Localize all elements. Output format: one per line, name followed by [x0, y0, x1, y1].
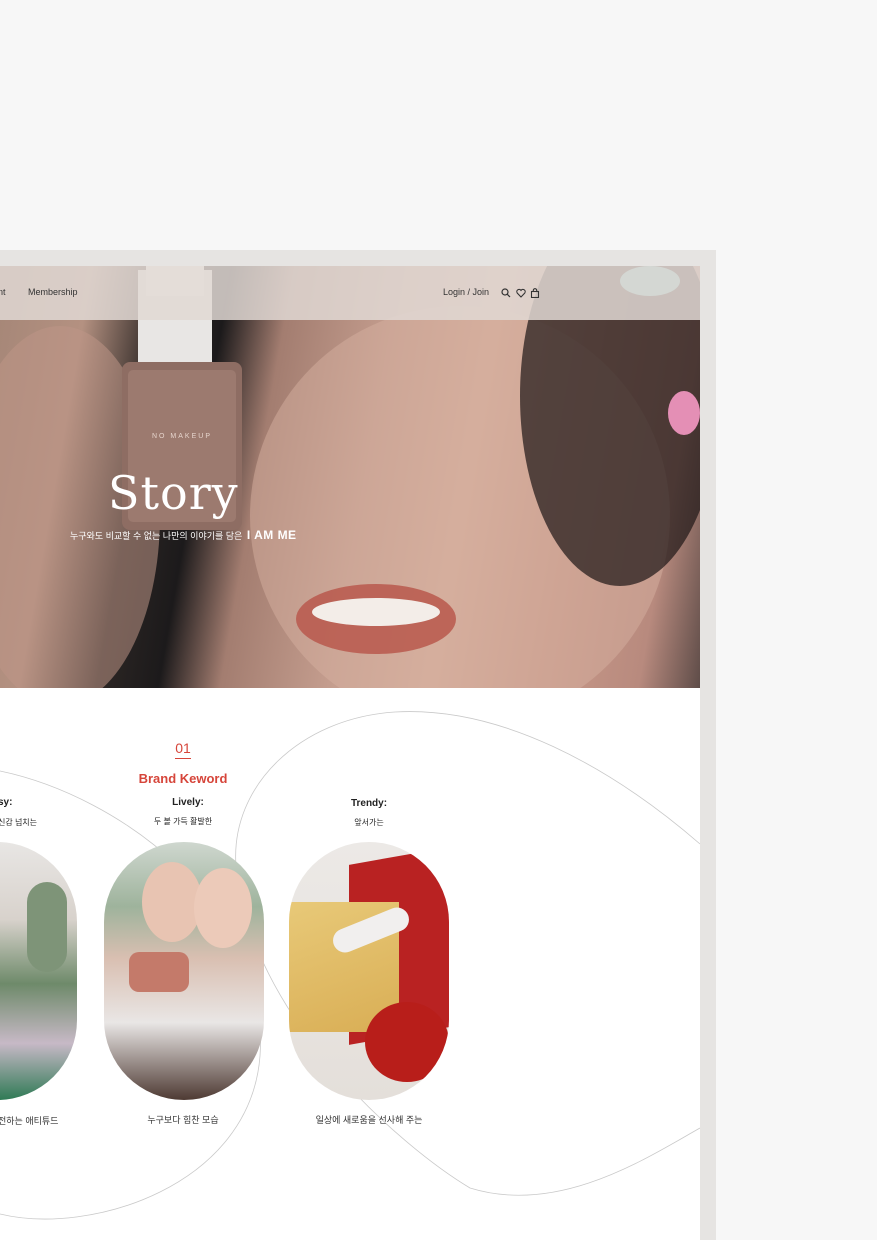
- keyword-2-image-products: [129, 952, 189, 992]
- keyword-2-desc: 두 볼 가득 활발한: [153, 817, 213, 826]
- keyword-2-caption: 누구보다 힘찬 모습: [147, 1115, 219, 1125]
- keyword-1-image-boot: [27, 882, 67, 972]
- keyword-2-image-face-a: [142, 862, 202, 942]
- keyword-3-caption: 일상에 새로움을 선사해 주는: [315, 1115, 423, 1125]
- keyword-2-word: Lively:: [172, 797, 204, 808]
- keyword-1-desc: 신감 넘치는: [0, 818, 38, 827]
- keyword-3-desc: 앞서가는: [354, 818, 384, 827]
- web-page: NO MAKEUP nt Membership Login / Join Sto…: [0, 266, 700, 1240]
- keyword-1-image: [0, 842, 77, 1100]
- section-number-underline: [175, 758, 191, 759]
- keyword-3-word: Trendy:: [350, 798, 388, 809]
- section-number: 01: [175, 740, 191, 756]
- keyword-1-word: sy:: [0, 797, 13, 808]
- keyword-1-caption: 전하는 애티튜드: [0, 1116, 59, 1126]
- keyword-2-image-face-b: [194, 868, 252, 948]
- keyword-3-image: [289, 842, 449, 1100]
- keyword-3-image-tomato: [365, 1002, 449, 1082]
- keyword-2-image: [104, 842, 264, 1100]
- section-title: Brand Keword: [138, 771, 228, 786]
